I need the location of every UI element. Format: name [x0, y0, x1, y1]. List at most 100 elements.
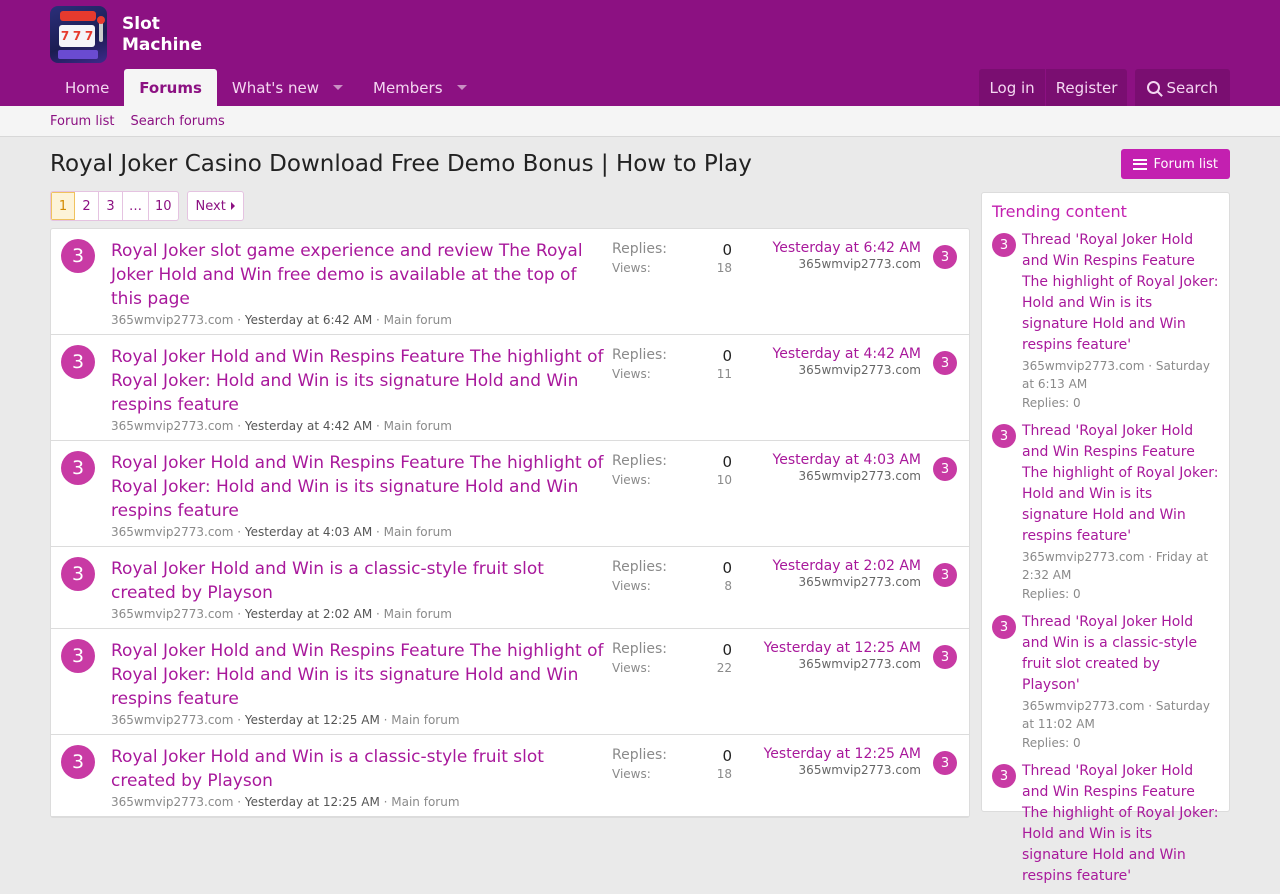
site-name-line1: Slot: [122, 14, 160, 34]
avatar[interactable]: 3: [61, 239, 95, 273]
page-link[interactable]: 2: [75, 192, 99, 220]
forum-list-button-label: Forum list: [1153, 156, 1218, 172]
nav-members[interactable]: Members: [358, 69, 482, 106]
thread-author[interactable]: 365wmvip2773.com: [111, 795, 233, 809]
views-count: 10: [716, 473, 732, 487]
avatar[interactable]: 3: [992, 233, 1016, 257]
last-post-date[interactable]: Yesterday at 12:25 AM: [764, 746, 921, 762]
last-post-date[interactable]: Yesterday at 4:42 AM: [773, 346, 921, 362]
subnav-search-forums[interactable]: Search forums: [130, 114, 224, 129]
last-post-date[interactable]: Yesterday at 6:42 AM: [773, 240, 921, 256]
trending-replies: Replies: 0: [1022, 396, 1081, 410]
thread-author[interactable]: 365wmvip2773.com: [111, 419, 233, 433]
views-count: 11: [716, 367, 732, 381]
search-label: Search: [1166, 78, 1218, 97]
last-post-date[interactable]: Yesterday at 4:03 AM: [773, 452, 921, 468]
last-post-date[interactable]: Yesterday at 2:02 AM: [773, 558, 921, 574]
last-post-user[interactable]: 365wmvip2773.com: [773, 469, 921, 483]
thread-forum[interactable]: Main forum: [384, 419, 452, 433]
avatar[interactable]: 3: [992, 424, 1016, 448]
thread-author[interactable]: 365wmvip2773.com: [111, 525, 233, 539]
last-poster-avatar[interactable]: 3: [933, 457, 957, 481]
page-link[interactable]: 3: [99, 192, 123, 220]
list-icon: [1132, 158, 1147, 170]
site-name[interactable]: Slot Machine: [122, 14, 202, 56]
thread-author[interactable]: 365wmvip2773.com: [111, 313, 233, 327]
last-post-user[interactable]: 365wmvip2773.com: [764, 657, 921, 671]
login-link[interactable]: Log in: [979, 69, 1044, 106]
trending-title-link[interactable]: Thread 'Royal Joker Hold and Win Respins…: [1022, 761, 1219, 887]
replies-label: Replies:: [612, 347, 668, 363]
avatar[interactable]: 3: [61, 557, 95, 591]
last-poster-avatar[interactable]: 3: [933, 563, 957, 587]
chevron-down-icon[interactable]: [456, 85, 467, 90]
avatar[interactable]: 3: [61, 639, 95, 673]
thread-title-link[interactable]: Royal Joker Hold and Win Respins Feature…: [111, 639, 606, 711]
thread-stats: Replies: 0 Views: 10: [612, 453, 732, 487]
thread-author[interactable]: 365wmvip2773.com: [111, 713, 233, 727]
last-post-date[interactable]: Yesterday at 12:25 AM: [764, 640, 921, 656]
thread-row: 3 Royal Joker Hold and Win Respins Featu…: [51, 629, 969, 735]
thread-title-link[interactable]: Royal Joker slot game experience and rev…: [111, 239, 606, 311]
last-poster-avatar[interactable]: 3: [933, 245, 957, 269]
views-label: Views:: [612, 473, 651, 487]
forum-list-button[interactable]: Forum list: [1120, 149, 1230, 179]
replies-label: Replies:: [612, 453, 668, 469]
thread-date[interactable]: Yesterday at 4:42 AM: [245, 419, 372, 433]
trending-title-link[interactable]: Thread 'Royal Joker Hold and Win is a cl…: [1022, 612, 1219, 696]
site-logo[interactable]: 7 7 7: [50, 6, 107, 63]
last-post-user[interactable]: 365wmvip2773.com: [773, 575, 921, 589]
thread-title-link[interactable]: Royal Joker Hold and Win is a classic-st…: [111, 557, 606, 605]
avatar[interactable]: 3: [61, 451, 95, 485]
thread-forum[interactable]: Main forum: [384, 313, 452, 327]
thread-title-link[interactable]: Royal Joker Hold and Win is a classic-st…: [111, 745, 606, 793]
nav-home[interactable]: Home: [50, 69, 124, 106]
trending-title-link[interactable]: Thread 'Royal Joker Hold and Win Respins…: [1022, 230, 1219, 356]
trending-replies: Replies: 0: [1022, 587, 1081, 601]
account-nav: Log in Register Search: [979, 69, 1230, 106]
trending-title-link[interactable]: Thread 'Royal Joker Hold and Win Respins…: [1022, 421, 1219, 547]
avatar[interactable]: 3: [992, 764, 1016, 788]
avatar[interactable]: 3: [992, 615, 1016, 639]
thread-meta: 365wmvip2773.com · Yesterday at 4:03 AM …: [111, 525, 452, 539]
thread-title-link[interactable]: Royal Joker Hold and Win Respins Feature…: [111, 345, 606, 417]
thread-forum[interactable]: Main forum: [384, 525, 452, 539]
thread-date[interactable]: Yesterday at 2:02 AM: [245, 607, 372, 621]
thread-date[interactable]: Yesterday at 6:42 AM: [245, 313, 372, 327]
avatar[interactable]: 3: [61, 745, 95, 779]
views-label: Views:: [612, 661, 651, 675]
trending-item: 3 Thread 'Royal Joker Hold and Win Respi…: [982, 758, 1229, 894]
search-button[interactable]: Search: [1135, 69, 1230, 106]
register-link[interactable]: Register: [1044, 69, 1128, 106]
last-post-user[interactable]: 365wmvip2773.com: [773, 257, 921, 271]
last-poster-avatar[interactable]: 3: [933, 751, 957, 775]
last-poster-avatar[interactable]: 3: [933, 645, 957, 669]
thread-author[interactable]: 365wmvip2773.com: [111, 607, 233, 621]
thread-date[interactable]: Yesterday at 4:03 AM: [245, 525, 372, 539]
page-jump[interactable]: …: [123, 192, 149, 220]
thread-date[interactable]: Yesterday at 12:25 AM: [245, 713, 380, 727]
thread-meta: 365wmvip2773.com · Yesterday at 12:25 AM…: [111, 713, 460, 727]
views-count: 18: [716, 261, 732, 275]
thread-title-link[interactable]: Royal Joker Hold and Win Respins Feature…: [111, 451, 606, 523]
thread-row: 3 Royal Joker slot game experience and r…: [51, 229, 969, 335]
last-post-user[interactable]: 365wmvip2773.com: [773, 363, 921, 377]
page-link-current[interactable]: 1: [51, 192, 75, 220]
replies-count: 0: [722, 241, 732, 259]
thread-date[interactable]: Yesterday at 12:25 AM: [245, 795, 380, 809]
thread-forum[interactable]: Main forum: [384, 607, 452, 621]
avatar[interactable]: 3: [61, 345, 95, 379]
replies-label: Replies:: [612, 241, 668, 257]
last-poster-avatar[interactable]: 3: [933, 351, 957, 375]
thread-row: 3 Royal Joker Hold and Win Respins Featu…: [51, 441, 969, 547]
next-page-button[interactable]: Next: [186, 191, 244, 221]
nav-whats-new[interactable]: What's new: [217, 69, 358, 106]
chevron-down-icon[interactable]: [333, 85, 343, 90]
last-post-user[interactable]: 365wmvip2773.com: [764, 763, 921, 777]
nav-whats-new-label: What's new: [231, 78, 319, 97]
subnav-forum-list[interactable]: Forum list: [50, 114, 114, 129]
nav-forums[interactable]: Forums: [124, 69, 217, 106]
thread-forum[interactable]: Main forum: [391, 713, 459, 727]
page-link[interactable]: 10: [149, 192, 178, 220]
thread-forum[interactable]: Main forum: [391, 795, 459, 809]
